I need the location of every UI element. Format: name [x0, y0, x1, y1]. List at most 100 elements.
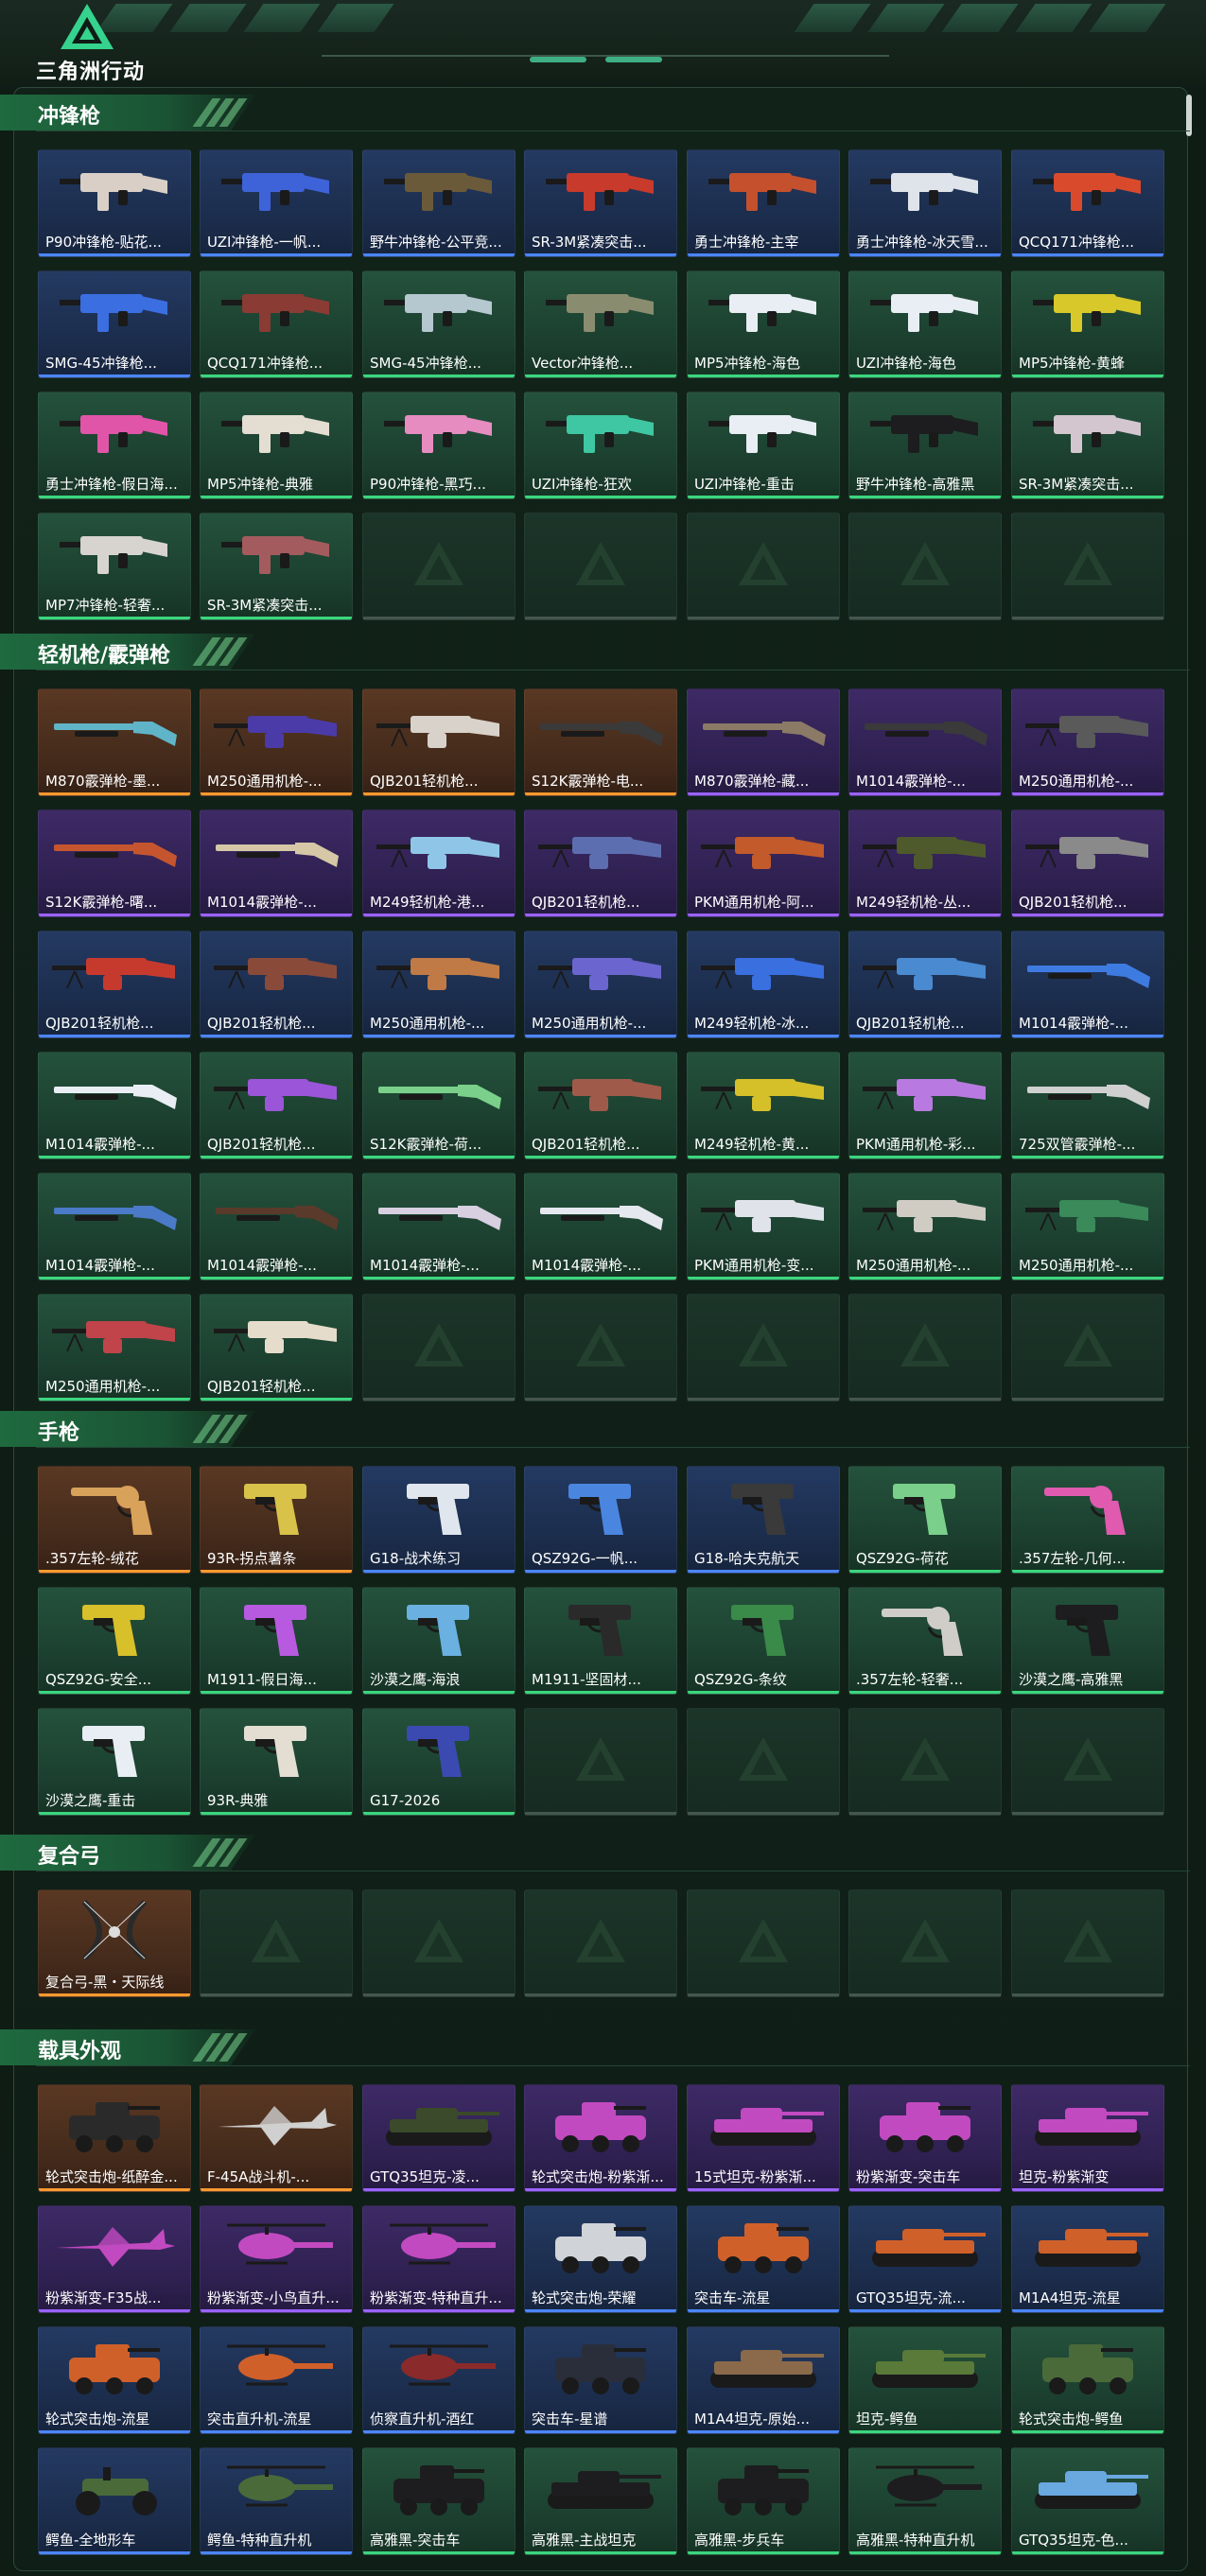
item-card[interactable]: 沙漠之鹰-海浪 — [362, 1587, 516, 1695]
item-card[interactable]: 725双管霰弹枪-... — [1011, 1052, 1164, 1159]
item-card[interactable]: QJB201轻机枪... — [524, 1052, 677, 1159]
item-card[interactable]: 沙漠之鹰-重击 — [38, 1708, 191, 1816]
item-card[interactable]: M249轻机枪-港... — [362, 809, 516, 917]
item-card[interactable]: 轮式突击炮-纸醉金... — [38, 2084, 191, 2192]
item-card[interactable]: SMG-45冲锋枪... — [362, 270, 516, 378]
item-card[interactable]: 鳄鱼-特种直升机 — [200, 2447, 353, 2555]
item-card[interactable]: 坦克-粉紫渐变 — [1011, 2084, 1164, 2192]
item-card[interactable]: M1014霰弹枪-... — [1011, 931, 1164, 1038]
item-card[interactable]: 粉紫渐变-特种直升... — [362, 2205, 516, 2313]
item-card[interactable]: 坦克-鳄鱼 — [848, 2326, 1002, 2434]
item-card[interactable]: MP5冲锋枪-海色 — [687, 270, 840, 378]
item-card[interactable]: 15式坦克-粉紫渐... — [687, 2084, 840, 2192]
item-card[interactable]: QCQ171冲锋枪... — [200, 270, 353, 378]
item-card[interactable]: UZI冲锋枪-海色 — [848, 270, 1002, 378]
item-card[interactable]: M1A4坦克-原始... — [687, 2326, 840, 2434]
item-card[interactable]: S12K霰弹枪-电... — [524, 688, 677, 796]
item-card[interactable]: QJB201轻机枪... — [200, 1294, 353, 1401]
item-card[interactable]: UZI冲锋枪-重击 — [687, 392, 840, 499]
item-card[interactable]: M1014霰弹枪-... — [38, 1173, 191, 1280]
item-card[interactable]: M1014霰弹枪-... — [38, 1052, 191, 1159]
item-card[interactable]: UZI冲锋枪-一帆... — [200, 149, 353, 257]
item-card[interactable]: M1A4坦克-流星 — [1011, 2205, 1164, 2313]
item-card[interactable]: UZI冲锋枪-狂欢 — [524, 392, 677, 499]
item-card[interactable]: SR-3M紧凑突击... — [524, 149, 677, 257]
item-card[interactable]: M250通用机枪-... — [524, 931, 677, 1038]
item-card[interactable]: M1911-坚固材... — [524, 1587, 677, 1695]
item-card[interactable]: M249轻机枪-黄... — [687, 1052, 840, 1159]
item-card[interactable]: 轮式突击炮-荣耀 — [524, 2205, 677, 2313]
item-card[interactable]: P90冲锋枪-贴花... — [38, 149, 191, 257]
item-card[interactable]: 轮式突击炮-鳄鱼 — [1011, 2326, 1164, 2434]
item-card[interactable]: G18-哈夫克航天 — [687, 1466, 840, 1574]
item-card[interactable]: M249轻机枪-冰... — [687, 931, 840, 1038]
item-card[interactable]: QSZ92G-一帆... — [524, 1466, 677, 1574]
item-card[interactable]: M1014霰弹枪-... — [200, 1173, 353, 1280]
item-card[interactable]: .357左轮-绒花 — [38, 1466, 191, 1574]
item-card[interactable]: QJB201轻机枪... — [200, 1052, 353, 1159]
item-card[interactable]: QJB201轻机枪... — [848, 931, 1002, 1038]
item-card[interactable]: 高雅黑-步兵车 — [687, 2447, 840, 2555]
item-card[interactable]: 突击直升机-流星 — [200, 2326, 353, 2434]
item-card[interactable]: M250通用机枪-... — [1011, 1173, 1164, 1280]
item-card[interactable]: M1014霰弹枪-... — [848, 688, 1002, 796]
item-card[interactable]: 复合弓-黑・天际线 — [38, 1889, 191, 1997]
item-card[interactable]: 突击车-流星 — [687, 2205, 840, 2313]
item-card[interactable]: QSZ92G-荷花 — [848, 1466, 1002, 1574]
item-card[interactable]: 野牛冲锋枪-高雅黑 — [848, 392, 1002, 499]
item-card[interactable]: M250通用机枪-... — [848, 1173, 1002, 1280]
item-card[interactable]: 侦察直升机-酒红 — [362, 2326, 516, 2434]
item-card[interactable]: MP5冲锋枪-典雅 — [200, 392, 353, 499]
item-card[interactable]: .357左轮-几何... — [1011, 1466, 1164, 1574]
item-card[interactable]: QJB201轻机枪... — [362, 688, 516, 796]
item-card[interactable]: GTQ35坦克-色... — [1011, 2447, 1164, 2555]
item-card[interactable]: M250通用机枪-... — [1011, 688, 1164, 796]
item-card[interactable]: QSZ92G-条纹 — [687, 1587, 840, 1695]
item-card[interactable]: 鳄鱼-全地形车 — [38, 2447, 191, 2555]
item-card[interactable]: 勇士冲锋枪-假日海... — [38, 392, 191, 499]
item-card[interactable]: 粉紫渐变-小鸟直升... — [200, 2205, 353, 2313]
item-card[interactable]: 轮式突击炮-流星 — [38, 2326, 191, 2434]
item-card[interactable]: M249轻机枪-丛... — [848, 809, 1002, 917]
item-card[interactable]: GTQ35坦克-凌... — [362, 2084, 516, 2192]
item-card[interactable]: SR-3M紧凑突击... — [200, 513, 353, 620]
item-card[interactable]: PKM通用机枪-彩... — [848, 1052, 1002, 1159]
item-card[interactable]: QJB201轻机枪... — [1011, 809, 1164, 917]
item-card[interactable]: 93R-拐点薯条 — [200, 1466, 353, 1574]
item-card[interactable]: 野牛冲锋枪-公平竞... — [362, 149, 516, 257]
item-card[interactable]: QJB201轻机枪... — [524, 809, 677, 917]
item-card[interactable]: 轮式突击炮-粉紫渐... — [524, 2084, 677, 2192]
item-card[interactable]: Vector冲锋枪... — [524, 270, 677, 378]
item-card[interactable]: M870霰弹枪-墨... — [38, 688, 191, 796]
item-card[interactable]: M1014霰弹枪-... — [200, 809, 353, 917]
item-card[interactable]: 93R-典雅 — [200, 1708, 353, 1816]
item-card[interactable]: 粉紫渐变-突击车 — [848, 2084, 1002, 2192]
item-card[interactable]: M250通用机枪-... — [200, 688, 353, 796]
item-card[interactable]: QJB201轻机枪... — [38, 931, 191, 1038]
item-card[interactable]: SR-3M紧凑突击... — [1011, 392, 1164, 499]
item-card[interactable]: MP7冲锋枪-轻奢... — [38, 513, 191, 620]
item-card[interactable]: PKM通用机枪-阿... — [687, 809, 840, 917]
item-card[interactable]: G18-战术练习 — [362, 1466, 516, 1574]
item-card[interactable]: M1014霰弹枪-... — [524, 1173, 677, 1280]
item-card[interactable]: 勇士冲锋枪-冰天雪... — [848, 149, 1002, 257]
item-card[interactable]: SMG-45冲锋枪... — [38, 270, 191, 378]
item-card[interactable]: M250通用机枪-... — [362, 931, 516, 1038]
item-card[interactable]: F-45A战斗机-... — [200, 2084, 353, 2192]
item-card[interactable]: 粉紫渐变-F35战... — [38, 2205, 191, 2313]
item-card[interactable]: QCQ171冲锋枪... — [1011, 149, 1164, 257]
item-card[interactable]: M1911-假日海... — [200, 1587, 353, 1695]
item-card[interactable]: S12K霰弹枪-曙... — [38, 809, 191, 917]
item-card[interactable]: 勇士冲锋枪-主宰 — [687, 149, 840, 257]
item-card[interactable]: QJB201轻机枪... — [200, 931, 353, 1038]
item-card[interactable]: M250通用机枪-... — [38, 1294, 191, 1401]
item-card[interactable]: 高雅黑-主战坦克 — [524, 2447, 677, 2555]
item-card[interactable]: S12K霰弹枪-荷... — [362, 1052, 516, 1159]
item-card[interactable]: 突击车-星谱 — [524, 2326, 677, 2434]
item-card[interactable]: P90冲锋枪-黑巧... — [362, 392, 516, 499]
item-card[interactable]: GTQ35坦克-流... — [848, 2205, 1002, 2313]
item-card[interactable]: G17-2026 — [362, 1708, 516, 1816]
item-card[interactable]: M870霰弹枪-藏... — [687, 688, 840, 796]
item-card[interactable]: 高雅黑-特种直升机 — [848, 2447, 1002, 2555]
item-card[interactable]: 沙漠之鹰-高雅黑 — [1011, 1587, 1164, 1695]
